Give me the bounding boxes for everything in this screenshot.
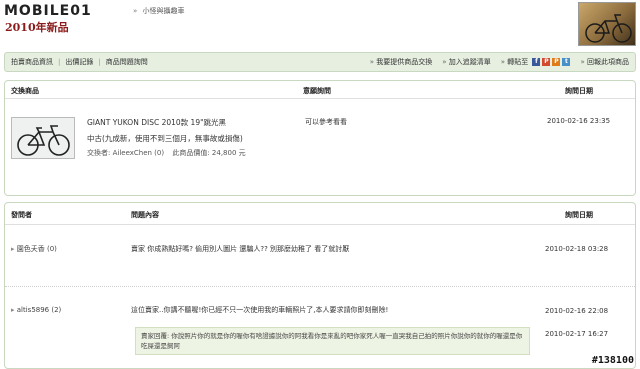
- breadcrumb: » 小怪與攝趣車: [130, 6, 185, 16]
- qa-row: altis5896 (2) 這位賣家..你講不聽喔!你已經不只一次使用我的車輛照…: [5, 287, 635, 369]
- col-header-qdate: 詢問日期: [565, 211, 593, 219]
- question-text: 這位賣家..你講不聽喔!你已經不只一次使用我的車輛照片了,本人要求請你即刻刪除!: [131, 306, 389, 314]
- logo-subtitle: 2010年新品: [5, 21, 69, 34]
- header-bike-photo: [578, 2, 636, 46]
- asker-name[interactable]: 園色夭香 (0): [11, 244, 57, 254]
- tab-bid-history[interactable]: 出價記錄: [65, 57, 93, 67]
- question-text: 賣家 你成熟點好嗎? 偷用別人圖片 還騙人?? 別那麼幼稚了 看了就討厭: [131, 245, 350, 253]
- share-icons: f P P t: [532, 58, 571, 66]
- item-condition: 中古(九成新，使用不到三個月，無事故或損傷): [87, 134, 243, 143]
- seller-reply: 賣家回覆: 你說照片你的就是你的喔你有啥證據說你的阿我看你是來亂的吧你家死人喔一…: [135, 327, 530, 355]
- share-group: 轉貼至 f P P t: [501, 57, 571, 67]
- question-date: 2010-02-18 03:28: [545, 245, 609, 253]
- item-price: 此商品價值: 24,800 元: [172, 149, 246, 157]
- item-header-row: 交換商品 意願詢問 詢問日期: [5, 81, 635, 99]
- col-header-question: 意願詢問: [303, 87, 331, 95]
- offer-exchange-link[interactable]: 我要提供商品交換: [370, 57, 432, 67]
- tab-product-questions[interactable]: 商品問題詢問: [106, 57, 148, 67]
- item-seller[interactable]: 交換者: AileexChen (0): [87, 149, 164, 157]
- qa-header-row: 發問者 問題內容 詢問日期: [5, 203, 635, 225]
- qa-panel: 發問者 問題內容 詢問日期 園色夭香 (0) 賣家 你成熟點好嗎? 偷用別人圖片…: [4, 202, 636, 369]
- plurk-icon[interactable]: P: [542, 58, 551, 66]
- col-header-content: 問題內容: [131, 211, 159, 219]
- breadcrumb-item[interactable]: 小怪與攝趣車: [143, 7, 185, 15]
- reply-date: 2010-02-17 16:27: [545, 330, 609, 338]
- col-header-product: 交換商品: [11, 87, 39, 95]
- twitter-icon[interactable]: t: [562, 58, 571, 66]
- add-watchlist-link[interactable]: 加入追蹤清單: [442, 57, 491, 67]
- tab-auction-info[interactable]: 拍賣商品資訊: [11, 57, 53, 67]
- product-toolbar: 拍賣商品資訊 | 出價記錄 | 商品問題詢問 我要提供商品交換 加入追蹤清單 轉…: [4, 52, 636, 72]
- image-watermark: #138100: [591, 355, 634, 366]
- col-header-date: 詢問日期: [565, 87, 593, 95]
- item-date: 2010-02-16 23:35: [547, 117, 611, 125]
- item-question: 可以參考看看: [305, 118, 347, 126]
- asker-name[interactable]: altis5896 (2): [11, 306, 62, 314]
- question-date: 2010-02-16 22:08: [545, 307, 609, 315]
- divider: |: [98, 58, 101, 66]
- site-logo[interactable]: MOBILE01: [4, 3, 92, 19]
- page-header: MOBILE01 2010年新品 » 小怪與攝趣車: [0, 0, 640, 46]
- share-label: 轉貼至: [501, 58, 529, 66]
- exchange-item-panel: 交換商品 意願詢問 詢問日期 GIANT YUKON DISC 2010款 19…: [4, 80, 636, 196]
- logo-text: MOBILE01: [4, 3, 92, 19]
- item-title[interactable]: GIANT YUKON DISC 2010款 19"跳光黑: [87, 117, 226, 128]
- facebook-icon[interactable]: f: [532, 58, 541, 66]
- breadcrumb-separator: »: [133, 7, 138, 15]
- qa-row: 園色夭香 (0) 賣家 你成熟點好嗎? 偷用別人圖片 還騙人?? 別那麼幼稚了 …: [5, 225, 635, 287]
- col-header-asker: 發問者: [11, 211, 32, 219]
- report-item-link[interactable]: 回報此項商品: [580, 57, 629, 67]
- divider: |: [58, 58, 61, 66]
- toolbar-actions: 我要提供商品交換 加入追蹤清單 轉貼至 f P P t 回報此項商品: [370, 57, 629, 67]
- plurk-alt-icon[interactable]: P: [552, 58, 561, 66]
- item-thumbnail[interactable]: [11, 117, 75, 159]
- item-meta: 交換者: AileexChen (0) 此商品價值: 24,800 元: [87, 148, 246, 158]
